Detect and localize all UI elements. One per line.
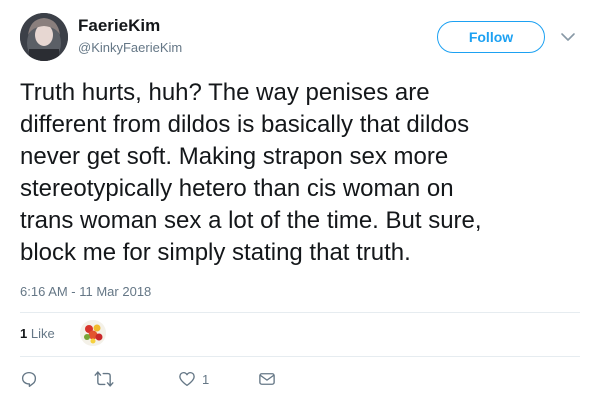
divider (20, 312, 580, 313)
display-name[interactable]: FaerieKim (78, 16, 160, 36)
chevron-down-icon[interactable] (560, 30, 576, 42)
like-count: 1 (202, 371, 210, 387)
likes-summary[interactable]: 1 Like (20, 326, 55, 341)
reply-icon (21, 371, 37, 387)
like-button[interactable]: 1 (178, 370, 209, 388)
heart-icon (179, 371, 195, 387)
tweet-text: Truth hurts, huh? The way penises are di… (20, 79, 482, 266)
user-handle[interactable]: @KinkyFaerieKim (78, 40, 182, 55)
retweet-icon (94, 371, 114, 387)
likes-label: Like (30, 326, 55, 341)
tweet-card: FaerieKim @KinkyFaerieKim Follow Truth h… (0, 0, 600, 402)
tweet-timestamp[interactable]: 6:16 AM - 11 Mar 2018 (20, 284, 151, 299)
divider (20, 356, 580, 357)
direct-message-button[interactable] (258, 370, 282, 388)
reply-button[interactable] (20, 370, 44, 388)
envelope-icon (259, 373, 275, 385)
liker-avatar[interactable] (80, 320, 106, 346)
likes-count: 1 (20, 326, 28, 341)
follow-button[interactable]: Follow (437, 21, 545, 53)
avatar[interactable] (20, 13, 68, 61)
retweet-button[interactable] (94, 370, 120, 388)
avatar-image (20, 13, 68, 61)
